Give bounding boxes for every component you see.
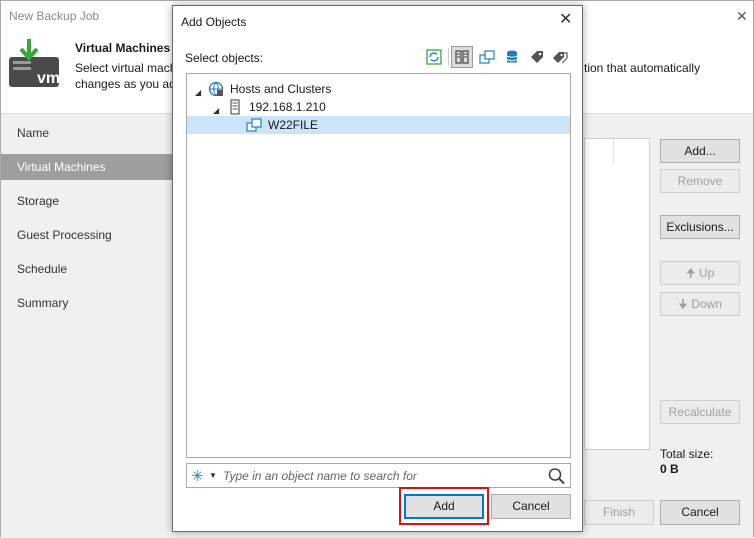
up-button[interactable]: 🠉 Up xyxy=(660,261,740,285)
vms-and-templates-icon xyxy=(479,50,495,64)
tree-node-host[interactable]: ◢ 192.168.1.210 xyxy=(187,98,570,116)
tags-view-button[interactable] xyxy=(526,46,548,68)
vm-backup-logo-icon: vm xyxy=(9,39,60,87)
window-close-icon[interactable]: ✕ xyxy=(736,8,748,25)
datastores-view-button[interactable] xyxy=(501,46,523,68)
vms-templates-view-button[interactable] xyxy=(476,46,498,68)
remove-button[interactable]: Remove xyxy=(660,169,740,193)
exclusions-button[interactable]: Exclusions... xyxy=(660,215,740,239)
total-size-value: 0 B xyxy=(660,462,679,476)
vm-badge-text: vm xyxy=(37,70,60,87)
refresh-icon xyxy=(426,49,442,65)
objects-list[interactable] xyxy=(584,138,650,450)
page-description-line2: changes as you ad xyxy=(75,77,176,91)
tag-category-icon xyxy=(553,52,568,64)
refresh-button[interactable] xyxy=(423,46,445,68)
tree-label: Hosts and Clusters xyxy=(230,82,332,96)
tag-icon xyxy=(531,51,543,63)
dialog-close-icon[interactable]: ✕ xyxy=(559,11,572,29)
search-box: ✳ ▼ xyxy=(186,463,571,488)
tag-categories-view-button[interactable] xyxy=(549,46,571,68)
down-label: Down xyxy=(691,297,722,311)
step-summary[interactable]: Summary xyxy=(1,290,173,316)
hosts-and-clusters-icon xyxy=(455,50,469,64)
page-title: Virtual Machines xyxy=(75,41,171,55)
wizard-steps-nav: Name Virtual Machines Storage Guest Proc… xyxy=(1,114,173,538)
tree-node-hosts-and-clusters[interactable]: ◢ Hosts and Clusters xyxy=(187,80,570,98)
chevron-down-icon[interactable]: ▼ xyxy=(209,471,217,480)
step-storage[interactable]: Storage xyxy=(1,188,173,214)
wizard-cancel-button[interactable]: Cancel xyxy=(660,500,740,525)
page-description-line1: Select virtual mach xyxy=(75,61,177,75)
tree-label: W22FILE xyxy=(268,118,319,132)
tree-node-vm[interactable]: W22FILE xyxy=(187,116,570,134)
up-arrow-icon: 🠉 xyxy=(685,266,699,280)
datastore-icon xyxy=(506,50,518,63)
vm-icon xyxy=(246,118,262,132)
select-objects-label: Select objects: xyxy=(185,51,264,65)
total-size-label: Total size: xyxy=(660,447,714,461)
dialog-add-button[interactable]: Add xyxy=(404,494,484,519)
step-name[interactable]: Name xyxy=(1,120,173,146)
step-guest-processing[interactable]: Guest Processing xyxy=(1,222,173,248)
object-tree[interactable]: ◢ Hosts and Clusters ◢ 192.168.1.210 W22… xyxy=(186,73,571,458)
step-virtual-machines[interactable]: Virtual Machines xyxy=(1,154,173,180)
add-objects-dialog: Add Objects ✕ Select objects: ◢ Hosts an… xyxy=(172,5,583,532)
recalculate-button[interactable]: Recalculate xyxy=(660,400,740,424)
search-input[interactable] xyxy=(223,467,543,485)
tree-label: 192.168.1.210 xyxy=(249,100,326,114)
page-description-line1-tail: tion that automatically xyxy=(584,61,701,75)
search-scope-icon[interactable]: ✳ xyxy=(191,467,204,485)
step-schedule[interactable]: Schedule xyxy=(1,256,173,282)
down-button[interactable]: 🠋 Down xyxy=(660,292,740,316)
finish-button[interactable]: Finish xyxy=(584,500,654,525)
host-icon xyxy=(230,99,240,115)
up-label: Up xyxy=(698,266,715,280)
dialog-cancel-button[interactable]: Cancel xyxy=(491,494,571,519)
vcenter-icon xyxy=(208,81,224,97)
dialog-title: Add Objects xyxy=(181,15,247,29)
search-icon[interactable] xyxy=(547,467,567,485)
list-column-divider xyxy=(613,139,614,163)
down-arrow-icon: 🠋 xyxy=(678,297,692,311)
hosts-clusters-view-button[interactable] xyxy=(451,46,473,68)
add-object-button[interactable]: Add... xyxy=(660,139,740,163)
window-title: New Backup Job xyxy=(9,9,100,23)
toolbar-separator xyxy=(448,48,449,66)
